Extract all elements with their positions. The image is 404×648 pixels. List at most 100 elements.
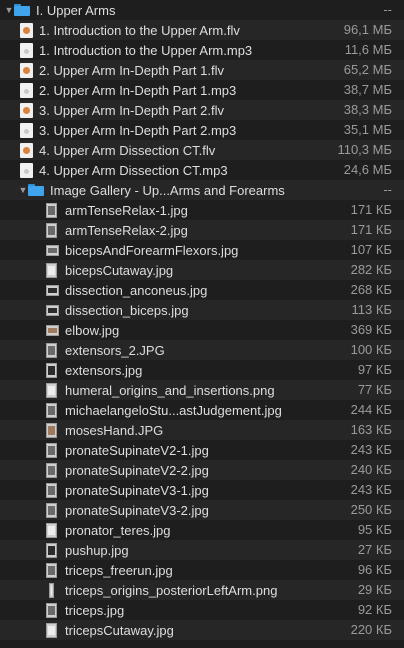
folder-size: -- [383,2,392,17]
file-size: 65,2 МБ [343,62,392,77]
file-size: 110,3 МБ [337,142,392,157]
file-size: 243 КБ [350,482,392,497]
image-file-row[interactable]: tricepsCutaway.jpg 220 КБ [0,620,404,640]
image-thumbnail-icon [46,362,57,378]
file-size: 268 КБ [350,282,392,297]
folder-name: I. Upper Arms [36,2,116,18]
file-name: pronator_teres.jpg [65,522,171,538]
file-size: 24,6 МБ [343,162,392,177]
file-size: 11,6 МБ [344,42,392,57]
disclosure-expanded-icon[interactable]: ▼ [4,0,14,20]
image-file-row[interactable]: pronator_teres.jpg 95 КБ [0,520,404,540]
image-thumbnail-icon [46,284,59,296]
file-size: 243 КБ [350,442,392,457]
image-file-row[interactable]: michaelangeloStu...astJudgement.jpg 244 К… [0,400,404,420]
image-thumbnail-icon [46,244,59,256]
file-row[interactable]: 4. Upper Arm Dissection CT.flv 110,3 МБ [0,140,404,160]
file-size: 96 КБ [357,562,392,577]
file-size: 163 КБ [350,422,392,437]
audio-file-icon [20,162,33,178]
image-thumbnail-icon [46,602,57,618]
file-size: 240 КБ [350,462,392,477]
image-thumbnail-icon [46,262,57,278]
file-size: 96,1 МБ [343,22,392,37]
file-size: 92 КБ [357,602,392,617]
folder-row-image-gallery[interactable]: ▼ Image Gallery - Up...Arms and Forearms… [0,180,404,200]
file-size: 250 КБ [350,502,392,517]
file-size: 171 КБ [350,222,392,237]
image-thumbnail-icon [46,422,57,438]
folder-icon [28,184,44,196]
file-size: 38,7 МБ [343,82,392,97]
image-thumbnail-icon [46,382,57,398]
image-thumbnail-icon [46,522,57,538]
image-thumbnail-icon [46,542,57,558]
image-file-row[interactable]: extensors.jpg 97 КБ [0,360,404,380]
image-file-row[interactable]: extensors_2.JPG 100 КБ [0,340,404,360]
image-file-row[interactable]: pronateSupinateV3-2.jpg 250 КБ [0,500,404,520]
image-file-row[interactable]: dissection_anconeus.jpg 268 КБ [0,280,404,300]
file-name: triceps.jpg [65,602,125,618]
image-thumbnail-icon [46,482,57,498]
image-thumbnail-icon [46,622,57,638]
image-file-row[interactable]: bicepsAndForearmFlexors.jpg 107 КБ [0,240,404,260]
image-thumbnail-icon [46,442,57,458]
file-size: 244 КБ [350,402,392,417]
image-thumbnail-icon [46,342,57,358]
file-row[interactable]: 4. Upper Arm Dissection CT.mp3 24,6 МБ [0,160,404,180]
image-file-row[interactable]: elbow.jpg 369 КБ [0,320,404,340]
image-file-row[interactable]: triceps_origins_posteriorLeftArm.png 29 К… [0,580,404,600]
image-file-row[interactable]: bicepsCutaway.jpg 282 КБ [0,260,404,280]
file-size: 282 КБ [350,262,392,277]
file-size: 171 КБ [350,202,392,217]
image-file-row[interactable]: pronateSupinateV2-1.jpg 243 КБ [0,440,404,460]
file-list: ▼ I. Upper Arms -- 1. Introduction to th… [0,0,404,648]
file-size: 95 КБ [357,522,392,537]
image-thumbnail-icon [49,582,54,598]
image-file-row[interactable]: armTenseRelax-1.jpg 171 КБ [0,200,404,220]
image-file-row[interactable]: armTenseRelax-2.jpg 171 КБ [0,220,404,240]
video-file-icon [20,142,33,158]
file-row[interactable]: 3. Upper Arm In-Depth Part 2.flv 38,3 МБ [0,100,404,120]
folder-row-upper-arms[interactable]: ▼ I. Upper Arms -- [0,0,404,20]
file-row[interactable]: 2. Upper Arm In-Depth Part 1.mp3 38,7 МБ [0,80,404,100]
audio-file-icon [20,122,33,138]
file-size: 220 КБ [350,622,392,637]
file-size: 107 КБ [350,242,392,257]
image-file-row[interactable]: mosesHand.JPG 163 КБ [0,420,404,440]
file-size: 369 КБ [350,322,392,337]
image-thumbnail-icon [46,402,57,418]
file-size: 97 КБ [357,362,392,377]
file-row[interactable]: 1. Introduction to the Upper Arm.flv 96,1… [0,20,404,40]
image-thumbnail-icon [46,462,57,478]
image-thumbnail-icon [46,222,57,238]
image-file-row[interactable]: triceps_freerun.jpg 96 КБ [0,560,404,580]
image-file-row[interactable]: pushup.jpg 27 КБ [0,540,404,560]
file-size: 77 КБ [357,382,392,397]
image-thumbnail-icon [46,202,57,218]
file-size: 35,1 МБ [343,122,392,137]
image-file-row[interactable]: humeral_origins_and_insertions.png 77 КБ [0,380,404,400]
subfolder-size: -- [383,182,392,197]
file-name: triceps_freerun.jpg [65,562,173,578]
disclosure-expanded-icon[interactable]: ▼ [18,180,28,200]
folder-icon [14,4,30,16]
image-file-row[interactable]: pronateSupinateV2-2.jpg 240 КБ [0,460,404,480]
file-row[interactable]: 3. Upper Arm In-Depth Part 2.mp3 35,1 МБ [0,120,404,140]
file-name: pushup.jpg [65,542,129,558]
image-thumbnail-icon [46,562,57,578]
file-name: triceps_origins_posteriorLeftArm.png [65,582,278,598]
image-file-row[interactable]: triceps.jpg 92 КБ [0,600,404,620]
file-size: 113 КБ [351,302,392,317]
image-file-row[interactable]: pronateSupinateV3-1.jpg 243 КБ [0,480,404,500]
image-thumbnail-icon [46,324,59,336]
image-file-row[interactable]: dissection_biceps.jpg 113 КБ [0,300,404,320]
file-size: 38,3 МБ [343,102,392,117]
video-file-icon [20,62,33,78]
file-name: extensors.jpg [65,362,143,378]
file-row[interactable]: 1. Introduction to the Upper Arm.mp3 11,6… [0,40,404,60]
file-name: humeral_origins_and_insertions.png [65,382,275,398]
audio-file-icon [20,82,33,98]
file-size: 29 КБ [357,582,392,597]
file-row[interactable]: 2. Upper Arm In-Depth Part 1.flv 65,2 МБ [0,60,404,80]
